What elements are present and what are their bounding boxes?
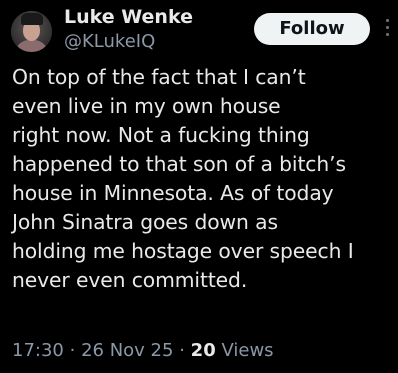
more-vertical-icon[interactable] — [384, 19, 390, 39]
meta-separator: · — [179, 340, 185, 361]
views-count[interactable]: 20 — [191, 340, 216, 361]
avatar-hat — [21, 13, 43, 25]
more-dot — [385, 19, 389, 22]
tweet-date[interactable]: 26 Nov 25 — [81, 340, 173, 361]
views-label[interactable]: Views — [221, 340, 273, 361]
tweet-meta: 17:30 · 26 Nov 25 · 20 Views — [12, 340, 274, 361]
tweet-text: On top of the fact that I can’t even liv… — [12, 65, 354, 292]
tweet-time[interactable]: 17:30 — [12, 340, 64, 361]
author-avatar[interactable] — [11, 11, 52, 52]
more-dot — [385, 33, 389, 36]
more-dot — [385, 26, 389, 29]
author-name[interactable]: Luke Wenke — [64, 6, 193, 28]
author-handle[interactable]: @KLukeIQ — [64, 31, 155, 52]
meta-separator: · — [69, 340, 76, 361]
tweet-card: Luke Wenke @KLukeIQ Follow On top of the… — [0, 0, 398, 373]
follow-button[interactable]: Follow — [254, 13, 370, 45]
